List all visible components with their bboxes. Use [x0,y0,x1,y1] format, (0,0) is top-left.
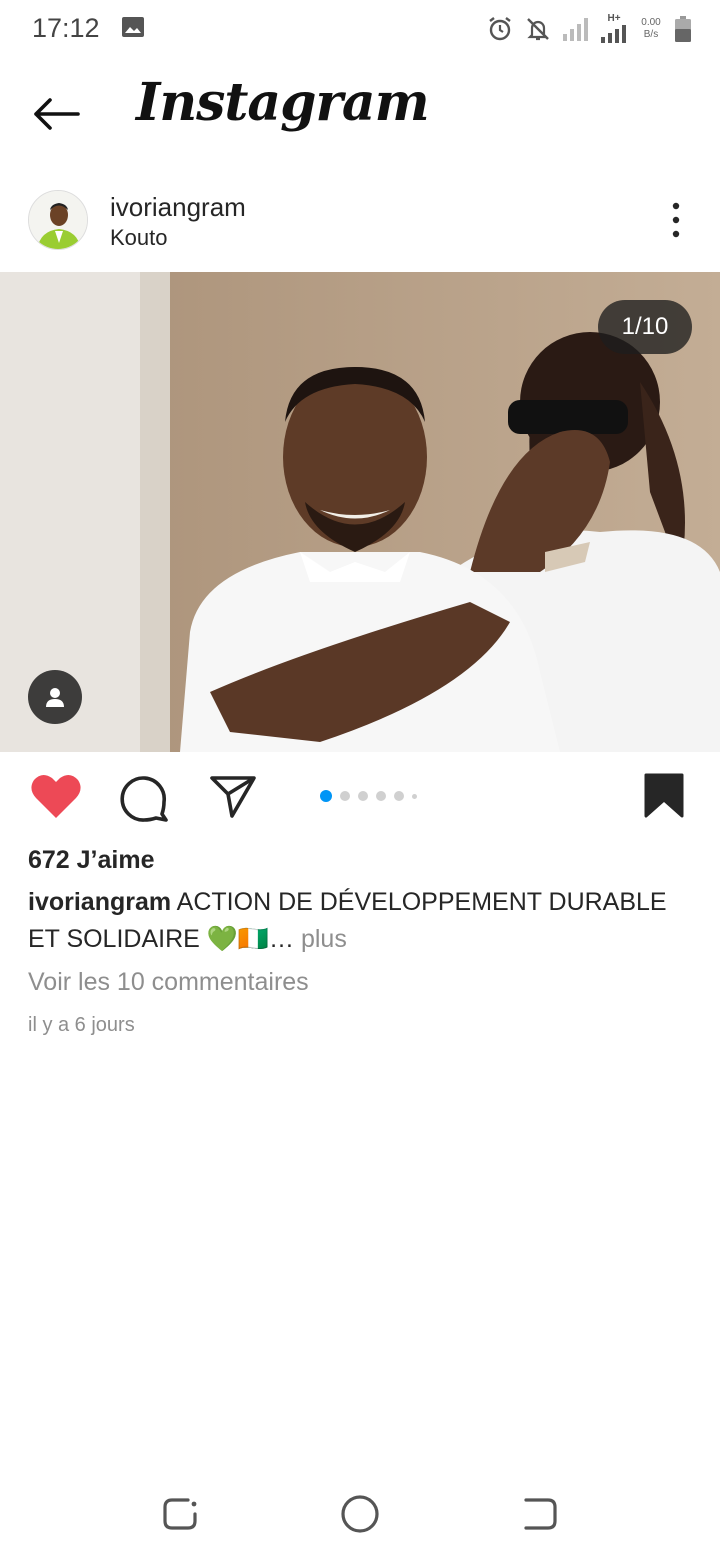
notifications-off-icon [527,18,549,41]
post-actions [0,752,720,842]
recent-apps-icon [163,1498,197,1530]
likes-count[interactable]: 672 J’aime [28,846,155,875]
home-icon [341,1495,379,1533]
avatar[interactable] [28,190,88,250]
save-button[interactable] [642,772,686,825]
home-button[interactable] [336,1490,384,1538]
net-speed-value: 0.00 [641,17,661,28]
signal-icon [563,18,588,41]
more-vertical-icon [672,202,680,238]
app-header: Instagram [0,60,720,168]
back-icon [524,1498,557,1530]
carousel-dot [340,791,350,801]
share-button[interactable] [208,772,258,827]
recent-apps-button[interactable] [156,1490,204,1538]
carousel-dot [394,791,404,801]
caption-username[interactable]: ivoriangram [28,888,171,916]
post-timestamp: il y a 6 jours [28,1014,135,1036]
post-image[interactable]: 1/10 [0,272,720,752]
caption-more-link[interactable]: plus [294,925,347,953]
view-comments-link[interactable]: Voir les 10 commentaires [28,968,309,997]
comment-icon [120,776,168,822]
carousel-dot [376,791,386,801]
battery-icon [675,16,691,42]
image-counter: 1/10 [598,300,692,354]
status-bar: 17:12 H+ 0.00 B/s [0,0,720,58]
carousel-dot [412,793,417,799]
tagged-people-button[interactable] [28,670,82,724]
network-type: H+ [607,13,621,24]
carousel-indicator [320,790,417,802]
post-caption: ivoriangram ACTION DE DÉVELOPPEMENT DURA… [28,884,698,958]
instagram-logo: Instagram [136,72,430,133]
person-icon [46,688,64,707]
post-location[interactable]: Kouto [110,225,168,251]
carousel-dot-active [320,790,332,802]
net-speed: 0.00 B/s [638,17,664,41]
alarm-icon [489,17,511,41]
arrow-left-icon [34,98,80,130]
signal-icon [601,25,626,43]
system-nav-bar [0,1470,720,1560]
avatar-image [29,191,87,249]
carousel-dot [358,791,368,801]
bookmark-filled-icon [644,773,684,818]
back-button[interactable] [28,90,84,138]
send-icon [210,776,256,818]
post-username[interactable]: ivoriangram [110,192,246,223]
network-type-group: H+ [600,14,628,44]
gallery-icon [122,17,144,37]
heart-filled-icon [31,774,81,818]
like-button[interactable] [28,772,84,827]
comment-button[interactable] [118,772,170,829]
more-options-button[interactable] [660,200,692,240]
status-time: 17:12 [32,13,100,43]
post-header: ivoriangram Kouto [0,182,720,270]
nav-back-button[interactable] [516,1490,564,1538]
status-icons: H+ 0.00 B/s [486,12,692,46]
net-speed-unit: B/s [643,29,659,40]
